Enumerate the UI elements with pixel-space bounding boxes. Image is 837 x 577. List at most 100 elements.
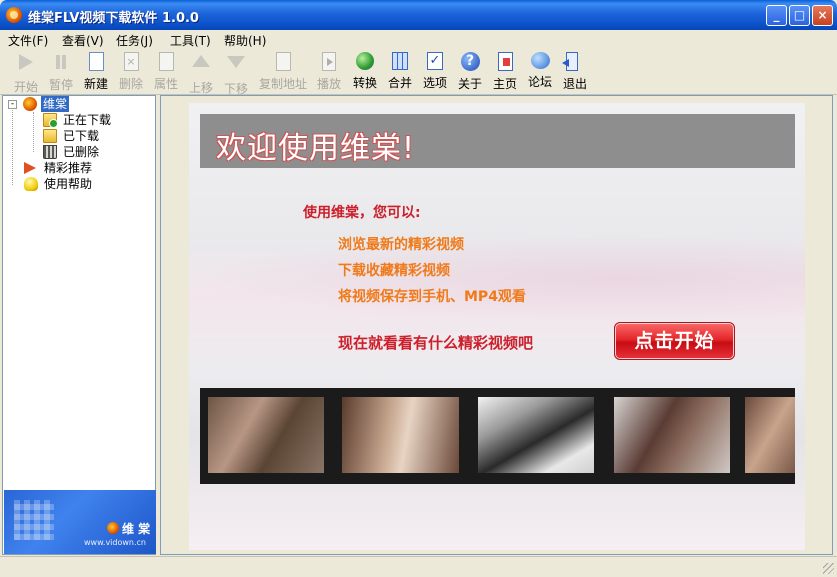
intro-text: 使用维棠，您可以: — [303, 205, 421, 221]
new-document-icon — [88, 52, 104, 71]
category-tree-panel[interactable]: - 维棠 正在下载 已下载 已删除 精彩推荐 使用帮助 维 棠 www.vido… — [2, 95, 156, 555]
copy-address-label: 复制地址 — [258, 77, 307, 91]
call-to-action-text: 现在就看看有什么精彩视频吧 — [338, 334, 534, 352]
exit-door-icon — [562, 52, 578, 71]
folder-icon — [43, 129, 57, 143]
pause-label: 暂停 — [48, 78, 73, 92]
forum-chat-icon — [530, 52, 550, 69]
exit-label: 退出 — [562, 77, 587, 91]
app-logo-icon[interactable] — [6, 7, 22, 23]
homepage-icon — [497, 52, 513, 71]
new-label: 新建 — [83, 77, 108, 91]
help-bulb-icon — [24, 177, 38, 191]
tree-node-label: 维棠 — [41, 96, 70, 112]
about-label: 关于 — [457, 77, 482, 91]
properties-label: 属性 — [153, 77, 178, 91]
feature-item: 下载收藏精彩视频 — [338, 263, 450, 279]
collapse-toggle-icon[interactable]: - — [8, 100, 17, 109]
maximize-icon: □ — [793, 8, 806, 22]
brand-name: 维 棠 — [122, 522, 151, 536]
homepage-button[interactable]: 主页 — [491, 52, 519, 94]
welcome-page: 欢迎使用维棠! 使用维棠，您可以: 浏览最新的精彩视频 下载收藏精彩视频 将视频… — [189, 103, 805, 550]
options-button[interactable]: ✓ 选项 — [421, 52, 449, 94]
menu-tools[interactable]: 工具(T) — [170, 32, 211, 49]
convert-label: 转换 — [352, 76, 377, 90]
options-label: 选项 — [422, 76, 447, 90]
copy-address-icon — [275, 52, 291, 71]
play-label: 播放 — [316, 77, 341, 91]
brand-logo-icon — [107, 522, 119, 534]
welcome-banner: 欢迎使用维棠! — [200, 114, 795, 168]
tree-node-label: 已下载 — [63, 129, 100, 143]
maximize-button[interactable]: □ — [789, 5, 810, 26]
window-title: 维棠FLV视频下载软件 1.0.0 — [28, 11, 199, 26]
merge-button[interactable]: 合并 — [386, 52, 414, 94]
tree-node-label: 正在下载 — [63, 113, 112, 127]
downloading-folder-icon — [43, 113, 58, 128]
video-thumbnail[interactable] — [745, 397, 795, 473]
start-now-button[interactable]: 点击开始 — [614, 322, 735, 360]
about-button[interactable]: ? 关于 — [456, 52, 484, 94]
play-arrow-icon — [19, 54, 33, 70]
status-bar — [0, 556, 837, 577]
feature-item: 浏览最新的精彩视频 — [338, 237, 464, 253]
convert-globe-icon — [356, 52, 374, 70]
video-thumbnail[interactable] — [478, 397, 594, 473]
delete-label: 删除 — [118, 77, 143, 91]
properties-button[interactable]: 属性 — [152, 52, 180, 94]
new-button[interactable]: 新建 — [82, 52, 110, 94]
move-up-button[interactable]: 上移 — [187, 52, 215, 95]
menu-bar: 文件(F) 查看(V) 任务(J) 工具(T) 帮助(H) — [0, 30, 837, 49]
play-file-icon — [322, 52, 336, 71]
feature-item: 将视频保存到手机、MP4观看 — [338, 289, 526, 305]
close-icon: × — [817, 8, 828, 22]
minimize-button[interactable]: _ — [766, 5, 787, 26]
menu-help[interactable]: 帮助(H) — [224, 32, 266, 49]
move-down-icon — [227, 56, 245, 68]
convert-button[interactable]: 转换 — [351, 52, 379, 94]
close-button[interactable]: × — [812, 5, 833, 26]
menu-view[interactable]: 查看(V) — [62, 32, 104, 49]
play-button[interactable]: 播放 — [315, 52, 343, 94]
app-logo-icon — [23, 97, 37, 111]
exit-button[interactable]: 退出 — [561, 52, 589, 94]
forum-button[interactable]: 论坛 — [526, 52, 554, 94]
pause-button[interactable]: 暂停 — [47, 52, 75, 94]
forum-label: 论坛 — [527, 75, 552, 89]
trash-icon — [43, 145, 57, 159]
tree-guide-line — [12, 110, 13, 185]
homepage-label: 主页 — [492, 77, 517, 91]
brand-url: www.vidown.cn — [84, 538, 146, 547]
merge-label: 合并 — [387, 76, 412, 90]
minimize-icon: _ — [773, 8, 780, 22]
welcome-heading: 欢迎使用维棠! — [216, 131, 416, 166]
video-thumbnail[interactable] — [342, 397, 459, 473]
move-up-icon — [192, 55, 210, 67]
menu-file[interactable]: 文件(F) — [8, 32, 48, 49]
start-label: 开始 — [13, 80, 38, 94]
tree-guide-line — [33, 112, 34, 152]
pause-icon — [51, 52, 71, 72]
tree-node-label: 使用帮助 — [44, 177, 93, 191]
resize-grip-icon[interactable] — [823, 563, 834, 574]
video-thumbnail[interactable] — [614, 397, 730, 473]
tree-node-label: 精彩推荐 — [44, 161, 93, 175]
copy-address-button[interactable]: 复制地址 — [257, 52, 309, 94]
tree-node-label: 已删除 — [63, 145, 100, 159]
move-up-label: 上移 — [188, 81, 213, 95]
video-thumbnail[interactable] — [208, 397, 324, 473]
about-help-icon: ? — [460, 52, 480, 71]
title-bar[interactable]: 维棠FLV视频下载软件 1.0.0 _ □ × — [0, 0, 837, 30]
delete-document-icon: × — [123, 52, 139, 71]
start-button[interactable]: 开始 — [12, 52, 40, 94]
content-panel: 欢迎使用维棠! 使用维棠，您可以: 浏览最新的精彩视频 下载收藏精彩视频 将视频… — [160, 95, 833, 555]
red-arrow-icon — [24, 162, 36, 174]
video-thumbnail-strip — [200, 388, 795, 484]
brand-logo-panel[interactable]: 维 棠 www.vidown.cn — [4, 490, 156, 554]
delete-button[interactable]: × 删除 — [117, 52, 145, 94]
menu-task[interactable]: 任务(J) — [116, 32, 153, 49]
options-check-icon: ✓ — [427, 52, 443, 70]
toolbar: 开始 暂停 新建 × 删除 属性 上移 下移 复制地址 播放 转换 合并 ✓ 选… — [0, 49, 837, 96]
merge-grid-icon — [392, 52, 408, 70]
move-down-button[interactable]: 下移 — [222, 52, 250, 96]
